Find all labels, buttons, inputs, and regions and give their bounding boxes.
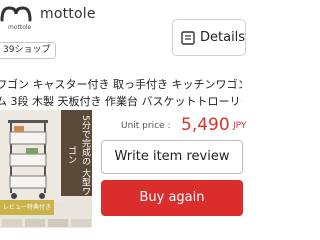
write-review-button[interactable]: Write item review: [101, 140, 243, 174]
price-value: 5,490: [181, 115, 230, 135]
store-header: mottole mottole 39ショップ Details: [0, 0, 246, 64]
product-title[interactable]: ワゴン キャスター付き 取っ手付き キッチンワゴン スリ ム 3段 木製 天板付…: [0, 76, 242, 110]
product-title-line-2: ム 3段 木製 天板付き 作業台 バスケットトローリー バ…: [0, 95, 242, 108]
details-label: Details: [200, 30, 246, 45]
image-banner-text: 5分で完成の 大型ワゴン: [61, 110, 92, 196]
details-button[interactable]: Details: [172, 19, 246, 56]
image-note: レビュー特典付き: [0, 200, 54, 215]
thumbnail-strip: [2, 219, 91, 227]
shop-badge[interactable]: 39ショップ: [0, 42, 57, 59]
product-title-line-1: ワゴン キャスター付き 取っ手付き キッチンワゴン スリ: [0, 78, 242, 91]
wagon-illustration: [0, 110, 62, 202]
buy-again-button[interactable]: Buy again: [101, 180, 243, 216]
shop-name[interactable]: mottole: [40, 6, 96, 22]
logo-mark-icon: [0, 6, 32, 22]
logo-text: mottole: [8, 24, 32, 31]
store-logo[interactable]: mottole: [0, 2, 32, 32]
price-currency: JPY: [233, 121, 247, 131]
product-image[interactable]: 5分で完成の 大型ワゴン レビュー特典付き: [0, 110, 92, 228]
document-icon: [181, 31, 195, 45]
price-label: Unit price :: [121, 121, 171, 131]
